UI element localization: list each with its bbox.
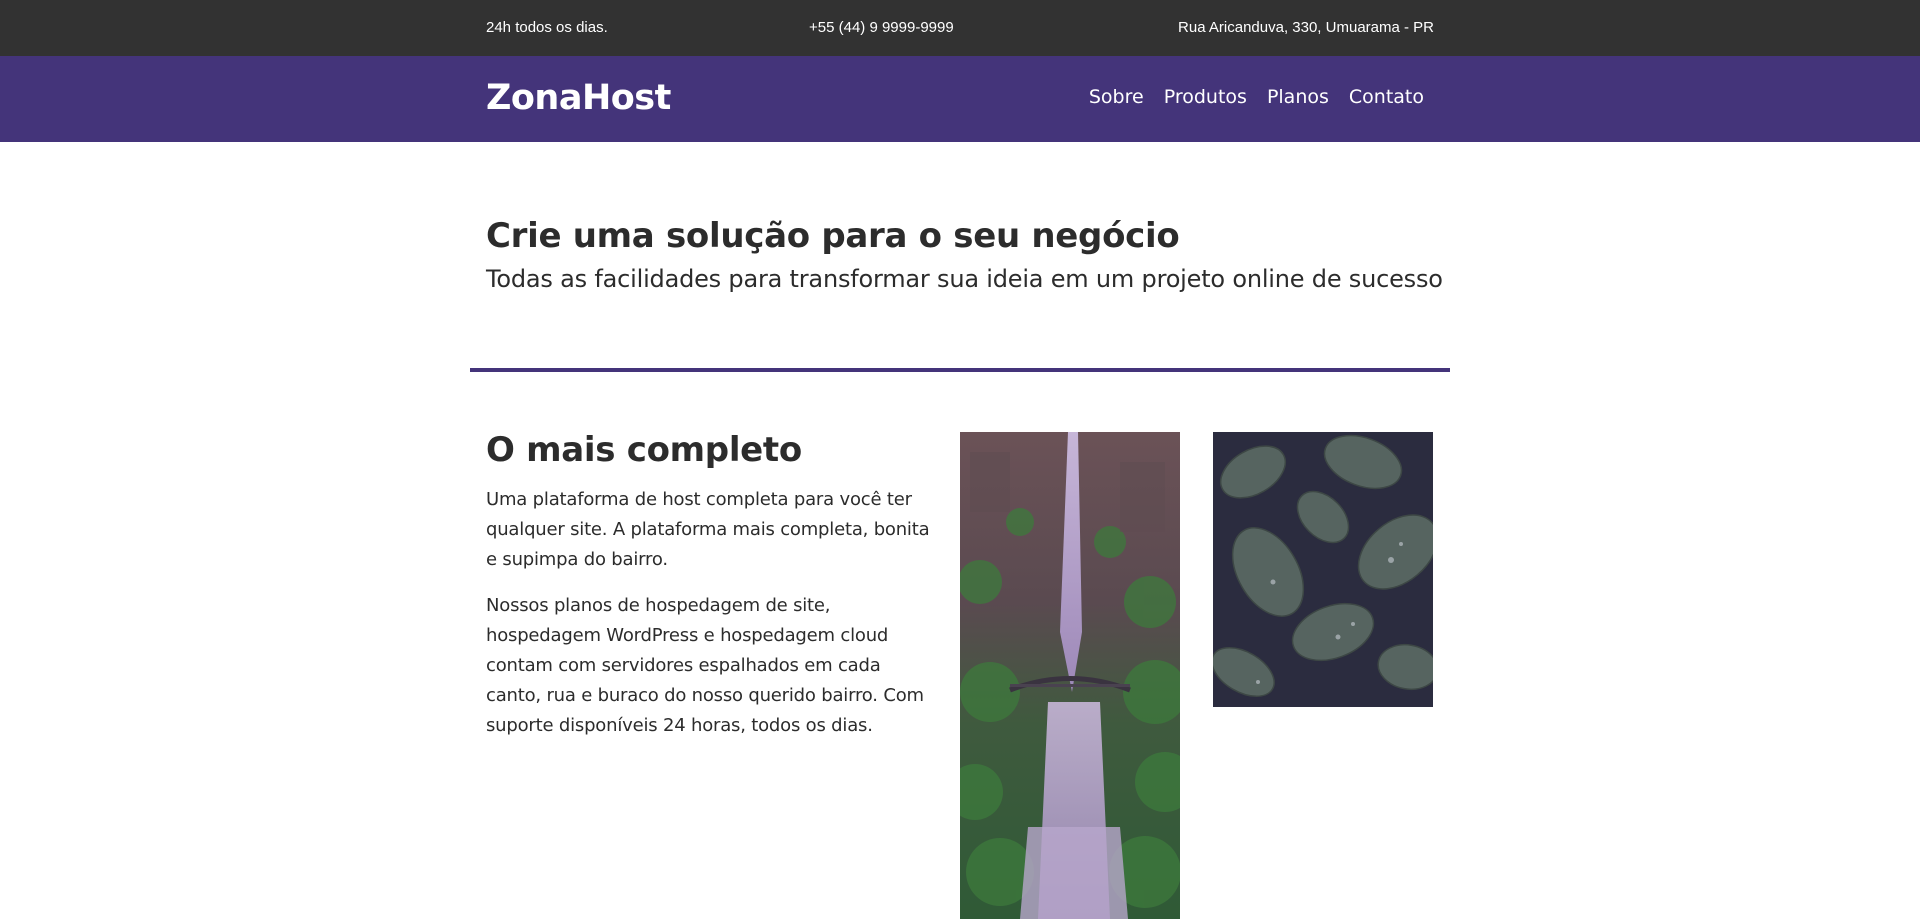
hero-title: Crie uma solução para o seu negócio [486, 216, 1180, 256]
nav-link-sobre[interactable]: Sobre [1089, 86, 1144, 108]
waterfall-image [960, 432, 1180, 919]
nav-link-planos[interactable]: Planos [1267, 86, 1329, 108]
main-header: ZonaHost Sobre Produtos Planos Contato [0, 56, 1920, 142]
opening-hours-text: 24h todos os dias. [486, 19, 608, 36]
section-paragraph-2: Nossos planos de hospedagem de site, hos… [486, 595, 924, 736]
section-paragraph-1: Uma plataforma de host completa para voc… [486, 489, 930, 570]
main-nav: Sobre Produtos Planos Contato [1089, 86, 1424, 108]
section-divider [470, 368, 1450, 372]
nav-link-produtos[interactable]: Produtos [1164, 86, 1247, 108]
top-info-bar: 24h todos os dias. +55 (44) 9 9999-9999 … [0, 0, 1920, 56]
site-logo[interactable]: ZonaHost [486, 78, 671, 118]
leaves-image [1213, 432, 1433, 707]
address-text: Rua Aricanduva, 330, Umuarama - PR [1178, 19, 1434, 36]
hero-subtitle: Todas as facilidades para transformar su… [486, 265, 1443, 293]
phone-number-text: +55 (44) 9 9999-9999 [809, 19, 954, 36]
nav-link-contato[interactable]: Contato [1349, 86, 1424, 108]
section-title: O mais completo [486, 430, 802, 470]
